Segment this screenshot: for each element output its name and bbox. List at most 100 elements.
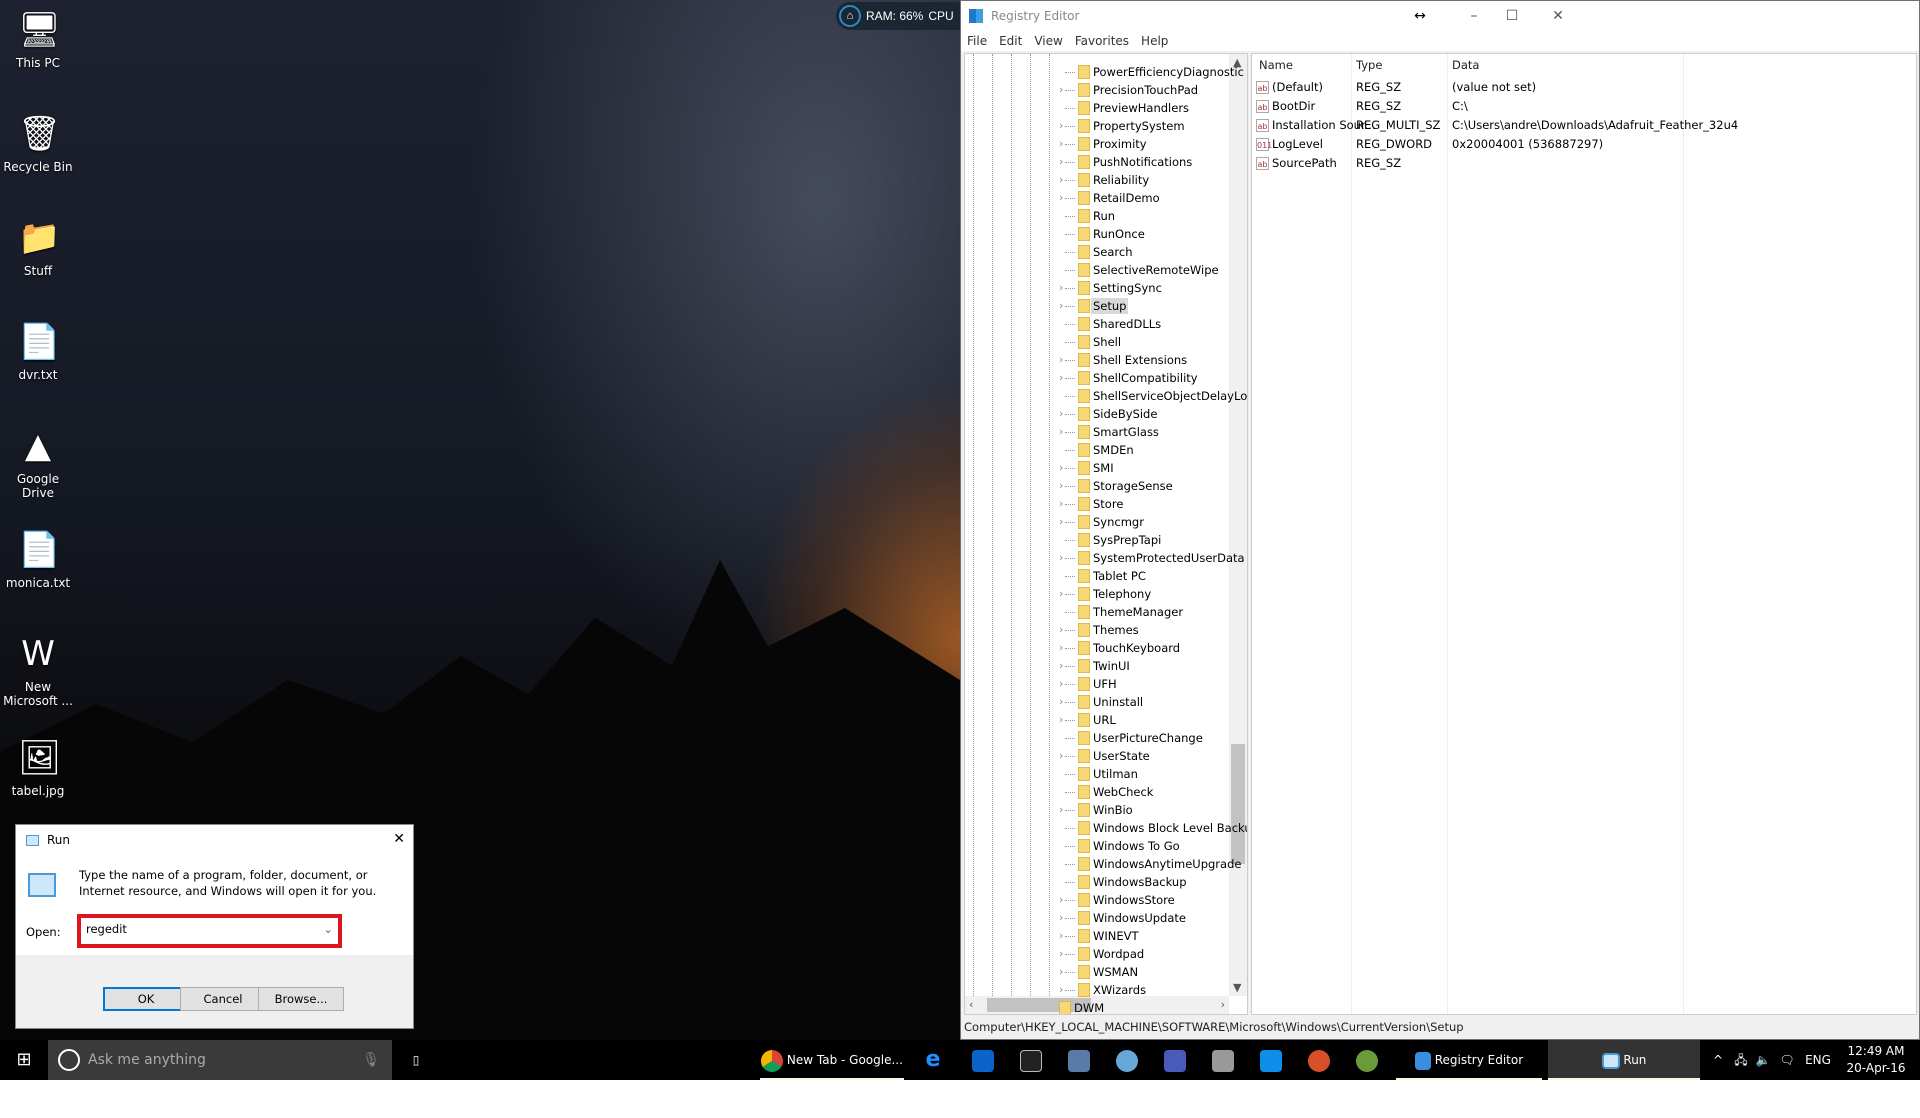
- tree-item[interactable]: › Syncmgr: [965, 513, 1227, 531]
- tree-item[interactable]: ThemeManager: [965, 603, 1227, 621]
- chevron-right-icon[interactable]: ›: [1059, 621, 1063, 639]
- chevron-right-icon[interactable]: ›: [1059, 117, 1063, 135]
- tree-item[interactable]: SelectiveRemoteWipe: [965, 261, 1227, 279]
- chevron-right-icon[interactable]: ›: [1059, 801, 1063, 819]
- tree-item[interactable]: › PrecisionTouchPad: [965, 81, 1227, 99]
- menu-view[interactable]: View: [1034, 34, 1062, 48]
- cortana-search-box[interactable]: Ask me anything 🎙: [48, 1040, 392, 1080]
- tree-item[interactable]: › RetailDemo: [965, 189, 1227, 207]
- chevron-right-icon[interactable]: ›: [1059, 747, 1063, 765]
- ok-button[interactable]: OK: [103, 987, 189, 1011]
- chevron-right-icon[interactable]: ›: [1059, 189, 1063, 207]
- chevron-right-icon[interactable]: ›: [1059, 369, 1063, 387]
- chevron-right-icon[interactable]: ›: [1059, 909, 1063, 927]
- chevron-right-icon[interactable]: ›: [1059, 657, 1063, 675]
- value-row[interactable]: ab SourcePath REG_SZ: [1256, 154, 1906, 173]
- tree-item[interactable]: › WINEVT: [965, 927, 1227, 945]
- green-app-icon[interactable]: [1354, 1040, 1380, 1080]
- chevron-right-icon[interactable]: ›: [1059, 171, 1063, 189]
- tree-item[interactable]: › SmartGlass: [965, 423, 1227, 441]
- tree-item[interactable]: › UserState: [965, 747, 1227, 765]
- chevron-right-icon[interactable]: ›: [1059, 927, 1063, 945]
- tree-item[interactable]: › WindowsUpdate: [965, 909, 1227, 927]
- tree-item[interactable]: › Themes: [965, 621, 1227, 639]
- tree-item[interactable]: DWM: [965, 999, 1227, 1014]
- close-button[interactable]: ✕: [393, 831, 405, 847]
- virtualbox-icon[interactable]: [1066, 1040, 1092, 1080]
- chevron-right-icon[interactable]: ›: [1059, 711, 1063, 729]
- teamviewer-icon[interactable]: [1258, 1040, 1284, 1080]
- tree-item[interactable]: SharedDLLs: [965, 315, 1227, 333]
- chevron-right-icon[interactable]: ›: [1059, 81, 1063, 99]
- close-button[interactable]: ✕: [1535, 1, 1581, 31]
- column-header-name[interactable]: Name: [1259, 58, 1293, 72]
- network-app-icon[interactable]: [1162, 1040, 1188, 1080]
- tree-item[interactable]: › WSMAN: [965, 963, 1227, 981]
- column-header-type[interactable]: Type: [1356, 58, 1382, 72]
- menu-edit[interactable]: Edit: [999, 34, 1022, 48]
- action-center-icon[interactable]: 🗨: [1776, 1040, 1798, 1080]
- tree-item[interactable]: › Shell Extensions: [965, 351, 1227, 369]
- tree-item[interactable]: › WindowsStore: [965, 891, 1227, 909]
- menu-file[interactable]: File: [967, 34, 987, 48]
- desktop-icon[interactable]: 🖼 tabel.jpg: [0, 736, 76, 798]
- chevron-right-icon[interactable]: ›: [1059, 423, 1063, 441]
- chevron-right-icon[interactable]: ›: [1059, 153, 1063, 171]
- value-row[interactable]: ab BootDir REG_SZ C:\: [1256, 97, 1906, 116]
- chevron-right-icon[interactable]: ›: [1059, 549, 1063, 567]
- tree-item[interactable]: Utilman: [965, 765, 1227, 783]
- scroll-down-icon[interactable]: ▼: [1233, 981, 1241, 994]
- chevron-right-icon[interactable]: ›: [1059, 279, 1063, 297]
- desktop-icon[interactable]: ▲ Google Drive: [0, 424, 76, 500]
- tree-item[interactable]: Tablet PC: [965, 567, 1227, 585]
- tree-item[interactable]: › Wordpad: [965, 945, 1227, 963]
- chevron-right-icon[interactable]: ›: [1059, 459, 1063, 477]
- grey-app-icon[interactable]: [1210, 1040, 1236, 1080]
- cancel-button[interactable]: Cancel: [180, 987, 266, 1011]
- taskbar-chrome[interactable]: New Tab - Google...: [760, 1040, 904, 1080]
- scroll-thumb[interactable]: [1231, 744, 1245, 864]
- start-button[interactable]: ⊞: [0, 1040, 48, 1080]
- tree-item[interactable]: › Proximity: [965, 135, 1227, 153]
- browse-button[interactable]: Browse...: [258, 987, 344, 1011]
- value-row[interactable]: 011 LogLevel REG_DWORD 0x20004001 (53688729…: [1256, 135, 1906, 154]
- tree-item[interactable]: › Reliability: [965, 171, 1227, 189]
- open-input[interactable]: regedit ⌄: [77, 914, 342, 948]
- tree-item[interactable]: › URL: [965, 711, 1227, 729]
- outlook-icon[interactable]: [970, 1040, 996, 1080]
- chevron-down-icon[interactable]: ⌄: [323, 922, 333, 936]
- value-row[interactable]: ab Installation Sour... REG_MULTI_SZ C:\Use…: [1256, 116, 1906, 135]
- chevron-right-icon[interactable]: ›: [1059, 981, 1063, 999]
- network-icon[interactable]: 🖧: [1730, 1040, 1752, 1080]
- tree-item[interactable]: Shell: [965, 333, 1227, 351]
- microphone-icon[interactable]: 🎙: [362, 1040, 380, 1080]
- tree-item[interactable]: › ShellCompatibility: [965, 369, 1227, 387]
- tree-item[interactable]: UserPictureChange: [965, 729, 1227, 747]
- volume-icon[interactable]: 🔈: [1752, 1040, 1774, 1080]
- tree-item[interactable]: › Uninstall: [965, 693, 1227, 711]
- tree-item[interactable]: Search: [965, 243, 1227, 261]
- chevron-right-icon[interactable]: ›: [1059, 135, 1063, 153]
- tree-item[interactable]: › SideBySide: [965, 405, 1227, 423]
- tree-item[interactable]: Windows To Go: [965, 837, 1227, 855]
- desktop-icon[interactable]: 🖥 This PC: [0, 8, 76, 70]
- taskbar-registry-editor[interactable]: Registry Editor: [1396, 1040, 1542, 1080]
- chevron-right-icon[interactable]: ›: [1059, 477, 1063, 495]
- language-indicator[interactable]: ENG: [1802, 1040, 1834, 1080]
- chevron-right-icon[interactable]: ›: [1059, 513, 1063, 531]
- edge-icon[interactable]: e: [920, 1040, 946, 1080]
- tree-item[interactable]: WebCheck: [965, 783, 1227, 801]
- tree-item[interactable]: › WinBio: [965, 801, 1227, 819]
- tree-item[interactable]: › Store: [965, 495, 1227, 513]
- tree-item[interactable]: › UFH: [965, 675, 1227, 693]
- tree-item[interactable]: › XWizards: [965, 981, 1227, 999]
- tree-item[interactable]: Run: [965, 207, 1227, 225]
- tree-item[interactable]: › SystemProtectedUserData: [965, 549, 1245, 567]
- tree-item[interactable]: SMDEn: [965, 441, 1227, 459]
- ram-widget[interactable]: ⌂ RAM: 66% CPU: [836, 2, 960, 30]
- tree-vertical-scrollbar[interactable]: ▲ ▼: [1229, 54, 1247, 996]
- tree-item[interactable]: WindowsAnytimeUpgrade: [965, 855, 1241, 873]
- chevron-right-icon[interactable]: ›: [1059, 675, 1063, 693]
- tree-item[interactable]: › StorageSense: [965, 477, 1227, 495]
- tree-item[interactable]: RunOnce: [965, 225, 1227, 243]
